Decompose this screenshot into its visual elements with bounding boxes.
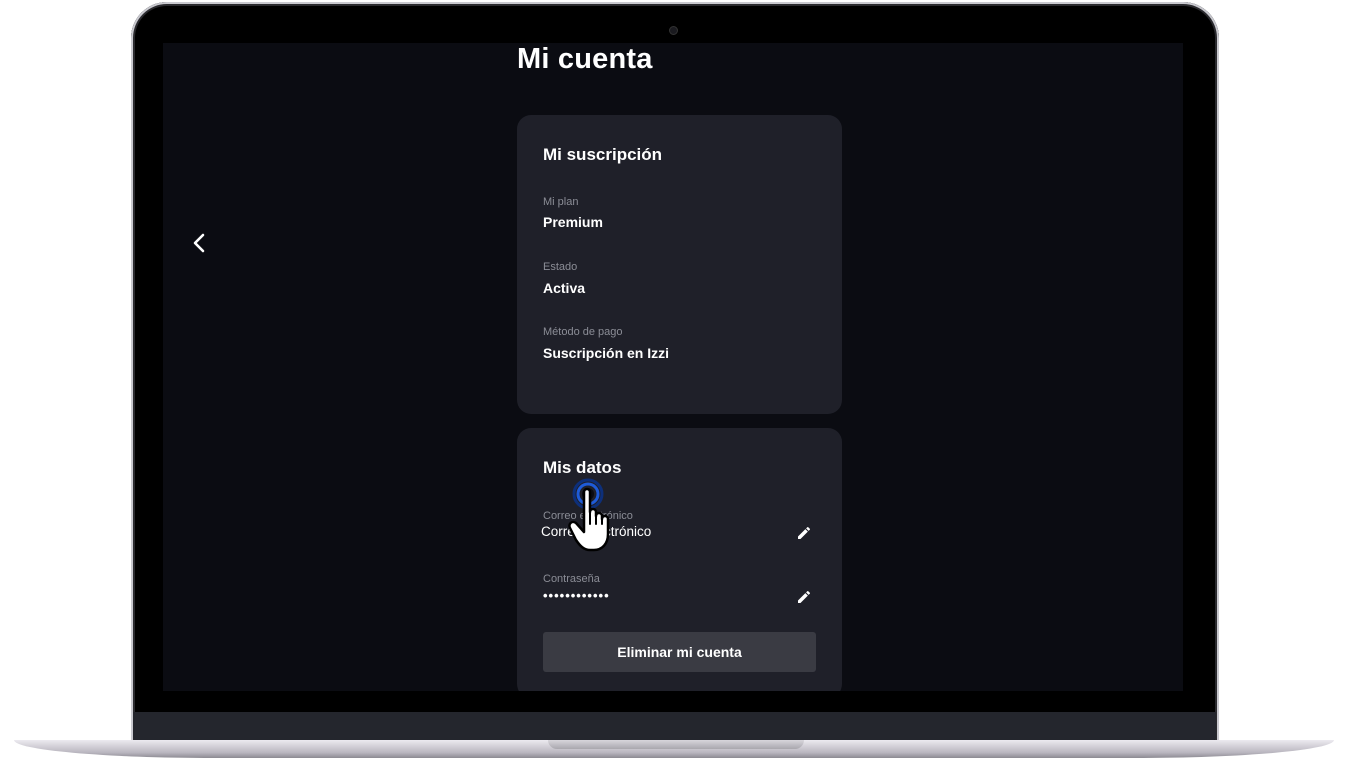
status-label: Estado xyxy=(543,261,578,273)
payment-method-label: Método de pago xyxy=(543,326,623,338)
plan-value: Premium xyxy=(543,214,603,230)
payment-method-value: Suscripción en Izzi xyxy=(543,345,670,361)
page-title: Mi cuenta xyxy=(517,43,653,75)
password-label: Contraseña xyxy=(543,573,600,585)
password-value: •••••••••••• xyxy=(543,588,610,603)
back-button[interactable] xyxy=(187,229,211,257)
plan-label: Mi plan xyxy=(543,196,579,208)
edit-password-button[interactable] xyxy=(794,587,814,607)
delete-account-button[interactable]: Eliminar mi cuenta xyxy=(543,632,816,672)
my-data-card: Mis datos Correo electrónico Correo elec… xyxy=(517,428,842,691)
chevron-left-icon xyxy=(193,233,205,253)
edit-email-button[interactable] xyxy=(794,523,814,543)
laptop-chin xyxy=(133,712,1216,742)
pencil-icon xyxy=(798,526,811,539)
pencil-icon xyxy=(798,590,811,603)
subscription-card: Mi suscripción Mi plan Premium Estado Ac… xyxy=(517,115,842,414)
status-value: Activa xyxy=(543,280,586,296)
email-value: Correo electrónico xyxy=(541,524,652,539)
my-data-title: Mis datos xyxy=(543,458,622,477)
app-screen: Mi cuenta Mi suscripción Mi plan Premium… xyxy=(163,43,1183,691)
email-label: Correo electrónico xyxy=(543,510,633,522)
webcam-icon xyxy=(669,26,678,35)
laptop-notch xyxy=(548,740,804,749)
subscription-title: Mi suscripción xyxy=(543,145,663,164)
